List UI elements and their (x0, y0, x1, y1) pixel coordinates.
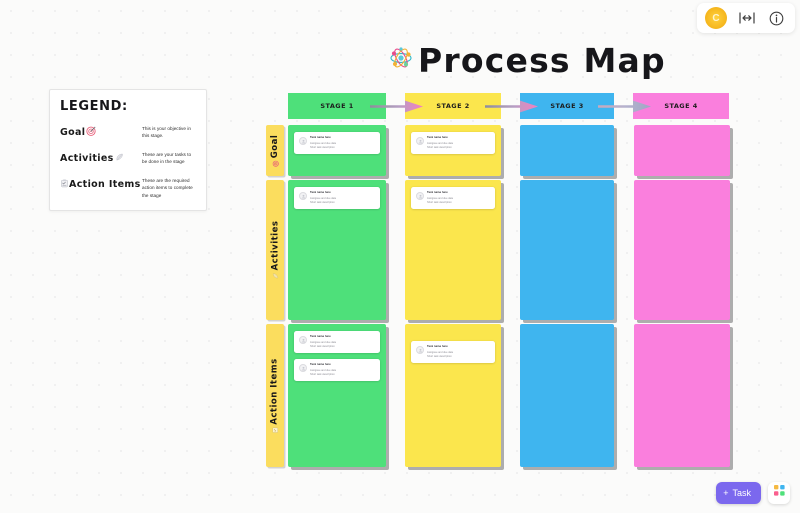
task-card-line: Short task description (427, 145, 452, 149)
feather-icon (115, 149, 124, 167)
add-task-button[interactable]: + Task (716, 482, 761, 504)
row-label-action-items[interactable]: Action Items (266, 324, 284, 467)
legend-label-activities: Activities (60, 152, 114, 164)
stage-connector-1 (370, 93, 423, 119)
task-card-line: Short task description (310, 200, 335, 204)
task-card[interactable]: Task name here Assignee and due date Sho… (294, 187, 380, 210)
fit-width-icon[interactable] (738, 9, 756, 27)
stage-connector-2 (485, 93, 538, 119)
task-card[interactable]: Task name here Assignee and due date Sho… (411, 187, 495, 210)
legend-row-activities: Activities These are your tasks to be do… (60, 149, 196, 167)
stage-header-row: STAGE 1 STAGE 2 STAGE 3 STAGE 4 (288, 93, 729, 119)
apps-grid-button[interactable] (768, 482, 790, 504)
task-card-line: Short task description (310, 145, 335, 149)
stage-header-4[interactable]: STAGE 4 (633, 93, 729, 119)
legend-desc-activities: These are your tasks to be done in the s… (142, 152, 192, 165)
cell-activities-stage3[interactable] (520, 180, 614, 320)
bottom-actions: + Task (716, 482, 790, 504)
header-controls: C (697, 3, 795, 33)
avatar (299, 192, 307, 200)
cell-goal-stage2[interactable]: Task name here Assignee and due date Sho… (405, 125, 501, 176)
cell-activities-stage2[interactable]: Task name here Assignee and due date Sho… (405, 180, 501, 320)
target-icon (86, 123, 97, 141)
task-card-title: Task name here (427, 136, 448, 139)
atom-decoration-icon (388, 45, 414, 76)
feather-icon (266, 272, 284, 279)
task-card-title: Task name here (427, 345, 448, 348)
avatar (416, 137, 424, 145)
legend-title: LEGEND: (60, 99, 128, 114)
legend-desc-goal: This is your objective in this stage. (142, 126, 191, 139)
legend-label-action-items: Action Items (69, 178, 141, 190)
cell-goal-stage1[interactable]: Task name here Assignee and due date Sho… (288, 125, 386, 176)
target-icon (266, 160, 284, 167)
task-card-line: Short task description (310, 344, 335, 348)
task-card[interactable]: Task name here Assignee and due date Sho… (294, 331, 380, 354)
stage-header-1[interactable]: STAGE 1 (288, 93, 386, 119)
task-card-title: Task name here (427, 191, 448, 194)
info-icon[interactable] (767, 9, 785, 27)
task-card-line: Short task description (310, 372, 335, 376)
checklist-icon (266, 426, 284, 433)
legend-row-goal: Goal This is your objective in this stag… (60, 123, 196, 141)
plus-icon: + (723, 488, 729, 498)
whiteboard-canvas[interactable]: C Process Map LEGEND: Goal This is your … (0, 0, 800, 513)
task-card[interactable]: Task name here Assignee and due date Sho… (411, 132, 495, 155)
cell-activities-stage4[interactable] (634, 180, 730, 320)
task-card-title: Task name here (310, 363, 331, 367)
cell-goal-stage3[interactable] (520, 125, 614, 176)
legend-term-action-items: Action Items (60, 175, 142, 193)
task-card-title: Task name here (310, 136, 331, 139)
row-label-text-action-items: Action Items (270, 357, 281, 425)
row-label-text-goal: Goal (270, 134, 280, 158)
avatar (299, 336, 307, 344)
legend-label-goal: Goal (60, 126, 86, 138)
row-label-text-activities: Activities (270, 220, 281, 271)
task-card[interactable]: Task name here Assignee and due date Sho… (294, 132, 380, 155)
avatar[interactable]: C (705, 7, 727, 29)
avatar (416, 346, 424, 354)
checklist-icon (60, 175, 69, 193)
task-card[interactable]: Task name here Assignee and due date Sho… (294, 359, 380, 382)
avatar (299, 137, 307, 145)
task-card[interactable]: Task name here Assignee and due date Sho… (411, 341, 495, 364)
task-card-line: Short task description (427, 354, 452, 358)
legend-desc-action-items: These are the required action items to c… (142, 178, 193, 198)
task-card-title: Task name here (310, 191, 331, 194)
cell-action-items-stage3[interactable] (520, 324, 614, 467)
task-card-title: Task name here (310, 335, 331, 338)
avatar (416, 192, 424, 200)
row-label-goal[interactable]: Goal (266, 125, 284, 176)
page-title: Process Map (388, 44, 666, 77)
stage-connector-3 (598, 93, 651, 119)
task-card-line: Short task description (427, 200, 452, 204)
legend-term-activities: Activities (60, 149, 142, 167)
legend-row-action-items: Action Items These are the required acti… (60, 175, 196, 199)
add-task-label: Task (732, 488, 751, 498)
page-title-text: Process Map (418, 41, 666, 80)
legend-term-goal: Goal (60, 123, 142, 141)
avatar (299, 364, 307, 373)
cell-action-items-stage4[interactable] (634, 324, 730, 467)
stage-header-2[interactable]: STAGE 2 (405, 93, 501, 119)
cell-goal-stage4[interactable] (634, 125, 730, 176)
legend-panel: LEGEND: Goal This is your objective in t… (49, 89, 207, 211)
cell-activities-stage1[interactable]: Task name here Assignee and due date Sho… (288, 180, 386, 320)
cell-action-items-stage2[interactable]: Task name here Assignee and due date Sho… (405, 324, 501, 467)
row-label-activities[interactable]: Activities (266, 180, 284, 320)
apps-grid-icon (773, 484, 786, 502)
stage-header-3[interactable]: STAGE 3 (520, 93, 614, 119)
cell-action-items-stage1[interactable]: Task name here Assignee and due date Sho… (288, 324, 386, 467)
